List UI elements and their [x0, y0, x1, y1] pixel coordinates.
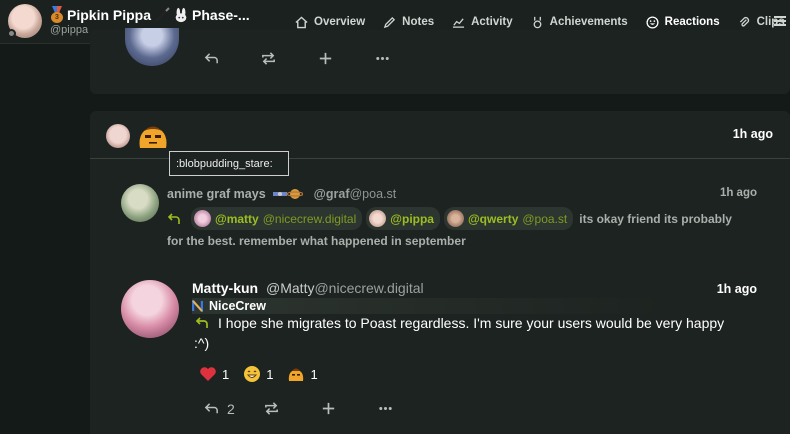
tab-label: Achievements: [549, 16, 628, 28]
reactor-avatar[interactable]: [106, 124, 130, 148]
avatar: [446, 210, 464, 227]
reaction-blobpudding[interactable]: 1: [287, 365, 318, 383]
note-author[interactable]: Matty-kun @Matty@nicecrew.digital: [192, 280, 424, 296]
profile-handle: @pippa: [50, 24, 89, 36]
profile-name: 3 Pipkin Pippa Phase-...: [50, 6, 250, 23]
author-handle: @graf@poa.st: [313, 187, 397, 201]
reply-button[interactable]: [203, 50, 220, 67]
mention-qwerty[interactable]: @qwerty @poa.st: [443, 207, 574, 230]
grin-icon: [244, 366, 261, 382]
repeat-icon: [264, 402, 278, 415]
status-dot: [7, 29, 16, 38]
quoted-author-avatar[interactable]: [121, 184, 159, 222]
reply-icon: [167, 212, 180, 224]
previous-note-card: [90, 28, 790, 94]
renote-button[interactable]: [263, 400, 280, 417]
mention-matty[interactable]: @matty @nicecrew.digital: [191, 207, 363, 230]
plus-icon: [319, 52, 332, 65]
profile-avatar[interactable]: [7, 4, 42, 38]
avatar: [369, 210, 387, 227]
author-name: anime graf mays: [167, 187, 266, 201]
ellipsis-icon: [376, 56, 389, 61]
smile-icon: [646, 15, 659, 29]
avatar[interactable]: [125, 28, 179, 66]
reaction-grin[interactable]: 1: [243, 365, 273, 383]
paperclip-icon: [739, 16, 749, 27]
chart-icon: [453, 17, 465, 28]
reply-icon: [195, 317, 208, 328]
pencil-icon: [383, 16, 396, 28]
reaction-list: 1 1 1: [199, 365, 318, 383]
more-menu-icon[interactable]: [774, 14, 786, 28]
react-button[interactable]: [320, 400, 337, 417]
blobpudding-stare-icon[interactable]: [136, 121, 170, 149]
tab-label: Activity: [471, 16, 513, 28]
bunny-icon: [175, 7, 187, 22]
quoted-text-continued: for the best. remember what happened in …: [167, 234, 466, 248]
avatar: [194, 210, 211, 227]
heart-icon: [200, 367, 216, 381]
note-text-continued: :^): [194, 335, 210, 351]
notification-time: 1h ago: [732, 127, 773, 141]
medal-icon: [533, 16, 542, 28]
cable-icon: [154, 6, 170, 22]
quoted-text: @matty @nicecrew.digital @pippa @qwerty @p…: [167, 207, 732, 230]
satellite-planet-icon: [272, 189, 303, 199]
author-avatar[interactable]: [121, 280, 179, 338]
tab-label: Notes: [402, 16, 435, 28]
home-icon: [295, 15, 308, 28]
react-button[interactable]: [317, 50, 334, 67]
medal-icon: 3: [50, 6, 64, 23]
note-text: I hope she migrates to Poast regardless.…: [195, 315, 724, 331]
more-button[interactable]: [377, 400, 394, 417]
reaction-heart[interactable]: 1: [199, 365, 229, 383]
repeat-icon: [262, 52, 275, 65]
tab-label: Overview: [314, 16, 366, 28]
nicecrew-logo-icon: [192, 300, 203, 312]
instance-name: NiceCrew: [209, 299, 266, 313]
emoji-tooltip: :blobpudding_stare:: [169, 151, 289, 176]
note-time: 1h ago: [716, 282, 757, 296]
note-actions: [203, 50, 391, 67]
reply-count: 2: [227, 400, 235, 417]
name-suffix: Phase-...: [192, 6, 250, 23]
quoted-author[interactable]: anime graf mays @graf@poa.st: [167, 186, 396, 202]
reply-button[interactable]: 2: [203, 400, 235, 417]
reply-icon: [204, 403, 218, 414]
renote-button[interactable]: [260, 50, 277, 67]
display-name: Pipkin Pippa: [67, 6, 152, 23]
mention-pippa[interactable]: @pippa: [366, 207, 440, 230]
tab-label: Reactions: [664, 16, 720, 28]
plus-icon: [322, 402, 334, 415]
instance-badge: NiceCrew: [192, 298, 662, 314]
author-name: Matty-kun: [192, 280, 259, 296]
author-handle: @Matty@nicecrew.digital: [266, 280, 424, 296]
ellipsis-icon: [379, 406, 392, 411]
blobpudding-icon: [289, 368, 304, 381]
quoted-time: 1h ago: [719, 187, 757, 199]
note-actions: 2: [203, 400, 394, 417]
reply-icon: [204, 53, 218, 64]
more-button[interactable]: [374, 50, 391, 67]
